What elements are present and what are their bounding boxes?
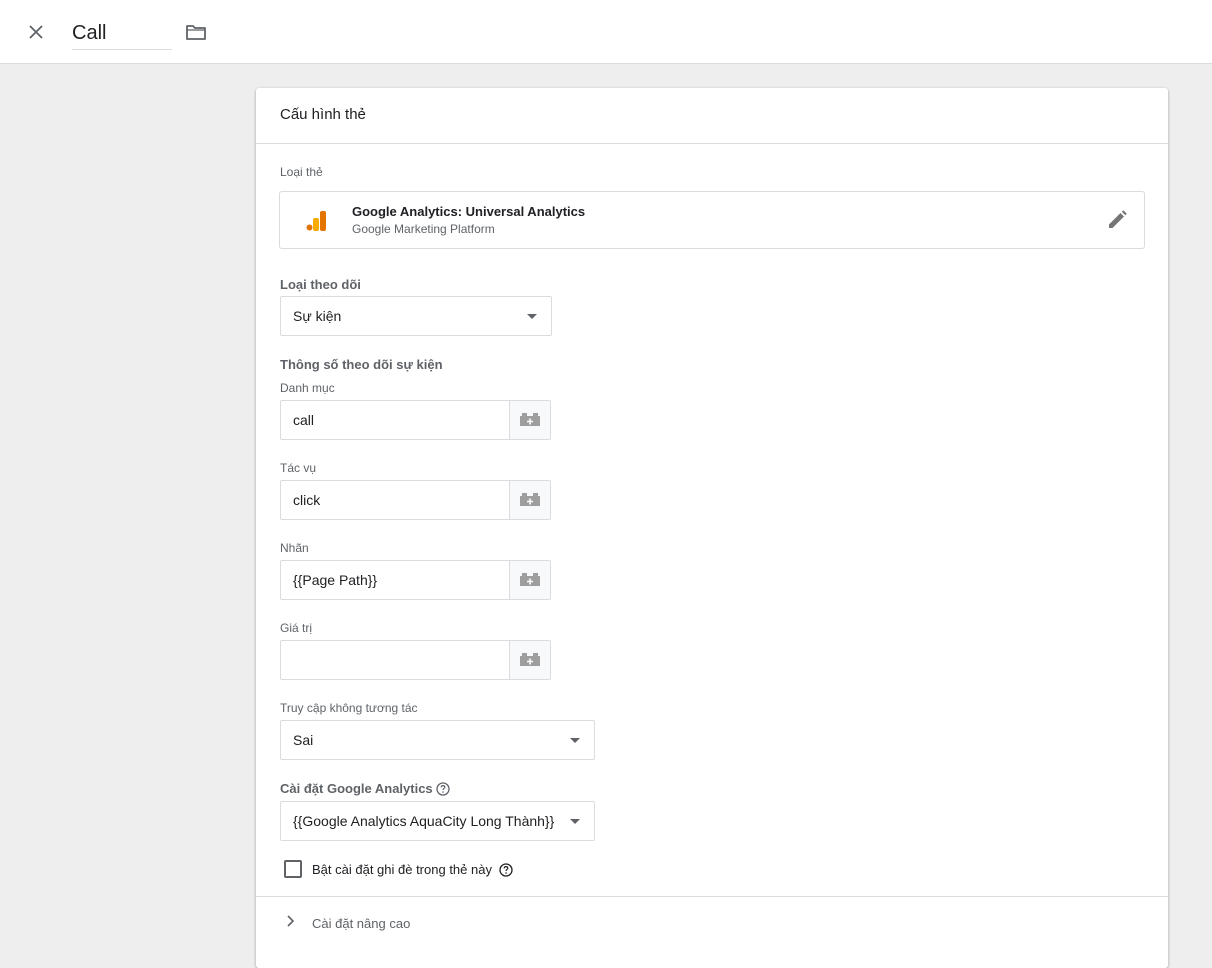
help-icon[interactable] (436, 782, 450, 796)
folder-icon (186, 25, 206, 40)
insert-variable-button[interactable] (509, 641, 550, 679)
tag-configuration-card: Cấu hình thẻ Loại thẻ Google Analytics: … (256, 88, 1168, 968)
variable-brick-icon (520, 493, 540, 506)
ga-settings-label: Cài đặt Google Analytics (280, 781, 433, 796)
tag-type-name: Google Analytics: Universal Analytics (352, 204, 586, 219)
close-button[interactable] (22, 18, 50, 46)
close-icon (29, 25, 43, 39)
insert-variable-button[interactable] (509, 481, 550, 519)
tag-type-provider: Google Marketing Platform (352, 222, 495, 236)
ga-settings-select[interactable]: {{Google Analytics AquaCity Long Thành}} (280, 801, 595, 841)
event-value-field (280, 640, 551, 680)
divider (256, 896, 1168, 897)
insert-variable-button[interactable] (509, 401, 550, 439)
event-value-label: Giá trị (280, 621, 313, 635)
non-interaction-label: Truy cập không tương tác (280, 701, 418, 715)
chevron-right-icon (287, 915, 295, 927)
ga-settings-value: {{Google Analytics AquaCity Long Thành}} (293, 813, 555, 829)
event-label-label: Nhãn (280, 541, 309, 555)
folder-button[interactable] (183, 19, 209, 45)
google-analytics-icon (306, 211, 326, 231)
track-type-value: Sự kiện (293, 308, 342, 324)
card-header: Cấu hình thẻ (256, 88, 1168, 144)
dropdown-caret-icon (570, 738, 580, 743)
action-input[interactable] (281, 481, 510, 519)
help-icon[interactable] (499, 863, 513, 877)
track-type-label: Loại theo dõi (280, 277, 361, 292)
override-label: Bật cài đặt ghi đè trong thẻ này (312, 862, 492, 877)
override-checkbox[interactable] (284, 860, 302, 878)
dropdown-caret-icon (527, 314, 537, 319)
tag-type-label: Loại thẻ (280, 165, 323, 179)
dropdown-caret-icon (570, 819, 580, 824)
action-label: Tác vụ (280, 461, 317, 475)
variable-brick-icon (520, 573, 540, 586)
advanced-settings-label: Cài đặt nâng cao (312, 916, 411, 931)
top-bar (0, 0, 1212, 64)
track-type-select[interactable]: Sự kiện (280, 296, 552, 336)
variable-brick-icon (520, 413, 540, 426)
event-label-field (280, 560, 551, 600)
action-field (280, 480, 551, 520)
variable-brick-icon (520, 653, 540, 666)
advanced-settings-toggle[interactable]: Cài đặt nâng cao (280, 908, 680, 938)
tag-name-input[interactable] (72, 18, 172, 50)
non-interaction-value: Sai (293, 732, 314, 748)
category-label: Danh mục (280, 381, 335, 395)
event-label-input[interactable] (281, 561, 510, 599)
category-field (280, 400, 551, 440)
card-title: Cấu hình thẻ (280, 106, 366, 123)
event-params-heading: Thông số theo dõi sự kiện (280, 357, 443, 372)
pencil-icon[interactable] (1106, 209, 1128, 231)
non-interaction-select[interactable]: Sai (280, 720, 595, 760)
insert-variable-button[interactable] (509, 561, 550, 599)
event-value-input[interactable] (281, 641, 510, 679)
category-input[interactable] (281, 401, 510, 439)
tag-type-selector[interactable]: Google Analytics: Universal Analytics Go… (279, 191, 1145, 249)
